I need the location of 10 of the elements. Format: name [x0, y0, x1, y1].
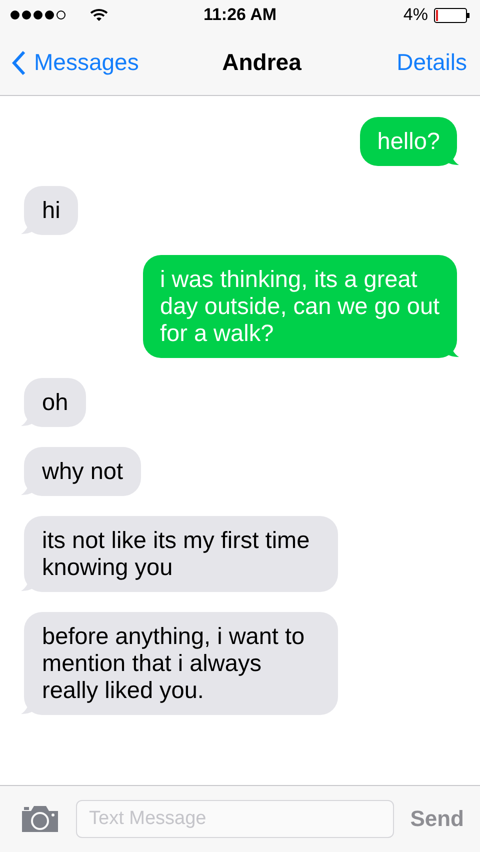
chevron-icon: [12, 50, 26, 76]
signal-icon: [10, 10, 68, 20]
wifi-icon: [90, 8, 108, 22]
back-button[interactable]: Messages: [12, 49, 139, 76]
battery-percentage: 4%: [403, 5, 428, 25]
details-button[interactable]: Details: [396, 49, 467, 76]
status-time: 11:26 AM: [203, 5, 277, 25]
camera-icon[interactable]: [20, 805, 60, 833]
battery-icon: [434, 8, 470, 22]
contact-name: Andrea: [222, 49, 302, 76]
